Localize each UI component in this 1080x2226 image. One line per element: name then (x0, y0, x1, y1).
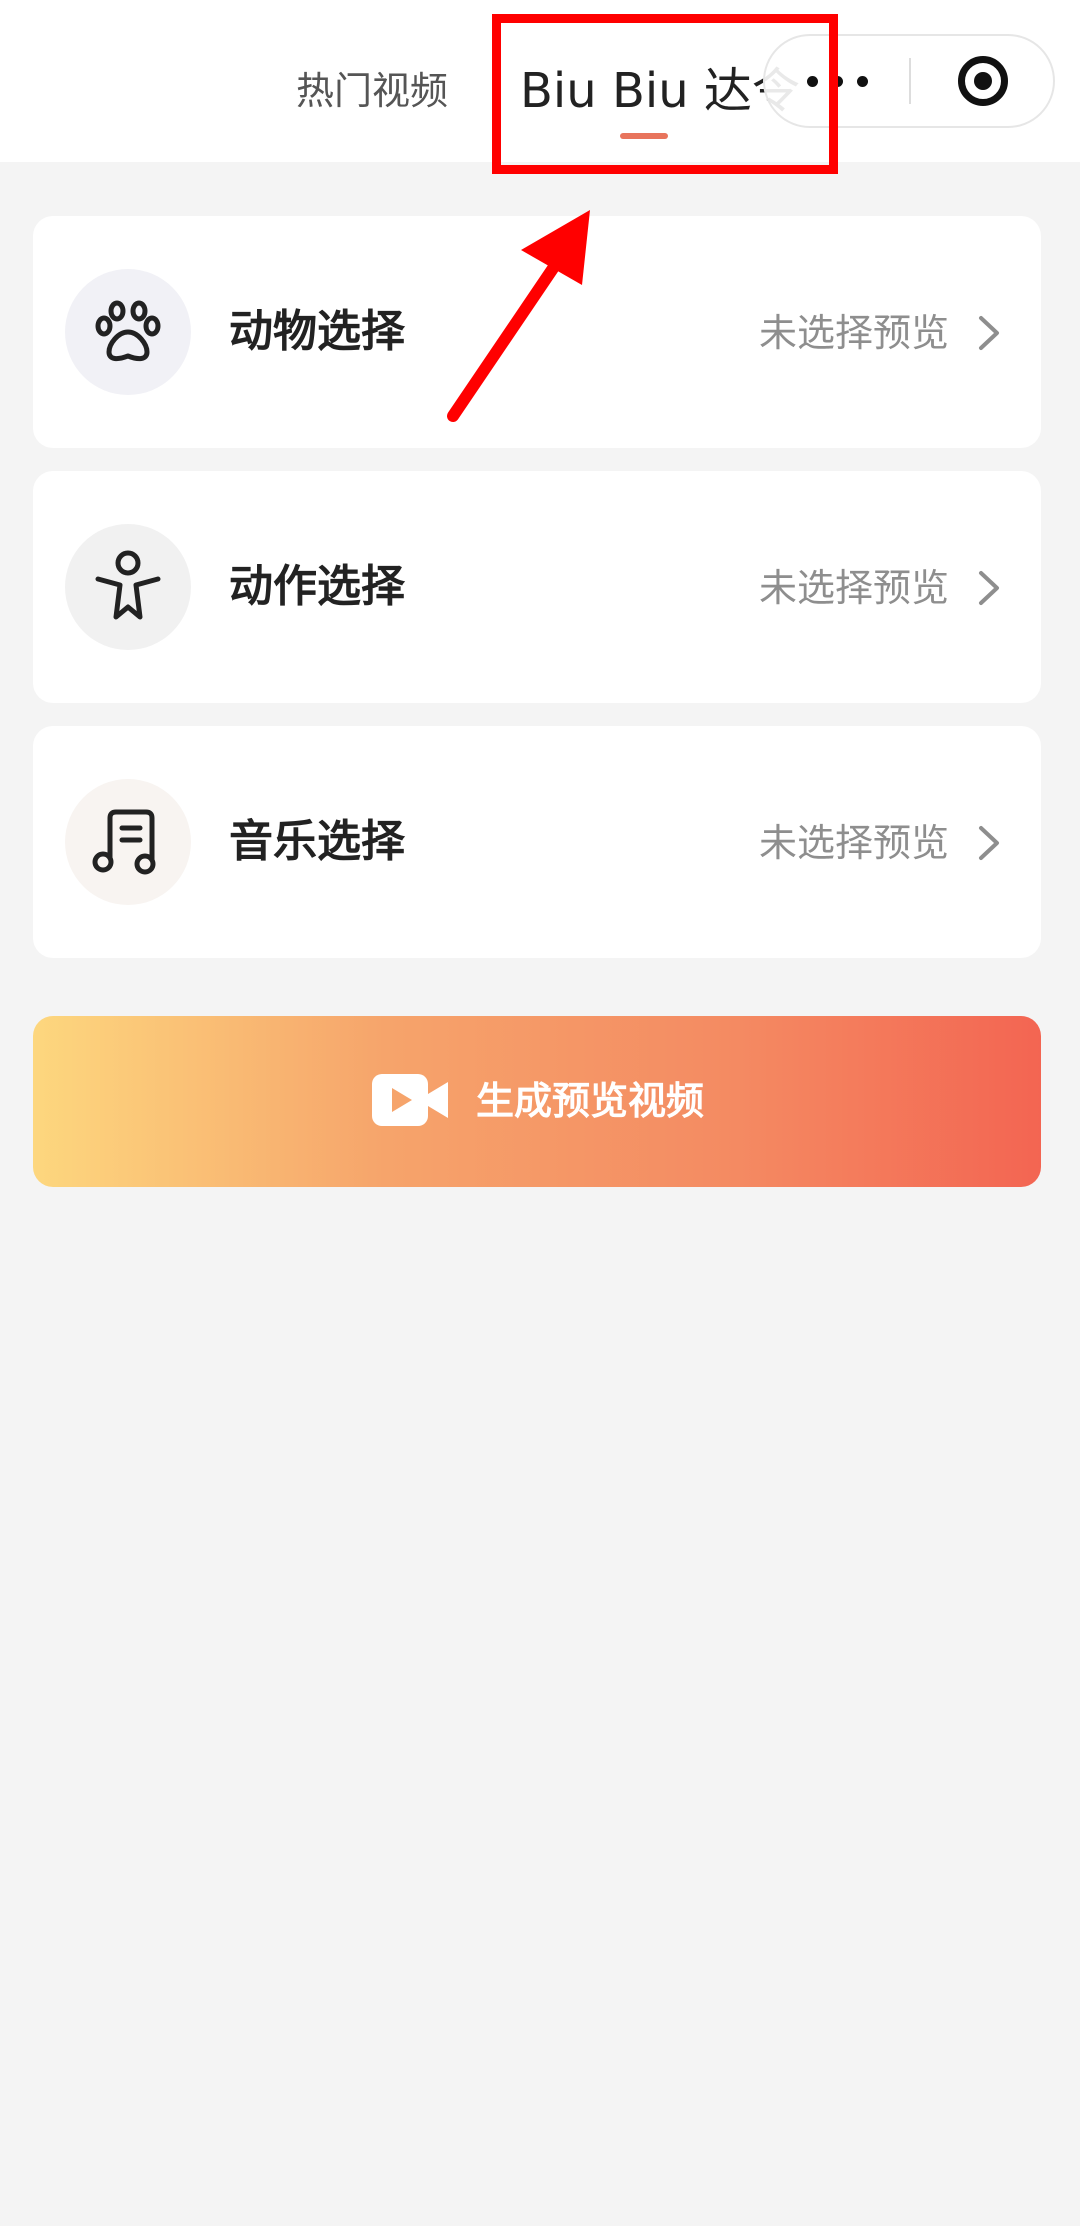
music-select-status: 未选择预览 (758, 821, 949, 865)
tab-biu-biu-darling[interactable]: Biu Biu 达令 (520, 62, 800, 120)
music-select-card[interactable]: 音乐选择 未选择预览 (33, 726, 1041, 958)
chevron-right-icon (979, 571, 999, 605)
top-nav-bar: 热门视频 Biu Biu 达令 (0, 0, 1080, 162)
music-note-icon (65, 779, 191, 905)
person-pose-icon (65, 524, 191, 650)
action-select-card[interactable]: 动作选择 未选择预览 (33, 471, 1041, 703)
music-select-label: 音乐选择 (229, 816, 405, 867)
paw-icon (65, 269, 191, 395)
target-circle-icon[interactable] (911, 36, 1055, 126)
tab-hot-videos[interactable]: 热门视频 (296, 62, 448, 120)
chevron-right-icon (979, 316, 999, 350)
animal-select-label: 动物选择 (229, 306, 405, 357)
active-tab-indicator (620, 133, 668, 139)
action-select-status: 未选择预览 (758, 566, 949, 610)
generate-preview-label: 生成预览视频 (476, 1079, 705, 1123)
action-select-label: 动作选择 (229, 561, 405, 612)
more-dots-icon[interactable] (765, 36, 909, 126)
generate-preview-button[interactable]: 生成预览视频 (33, 1016, 1041, 1187)
chevron-right-icon (979, 826, 999, 860)
mini-program-capsule (763, 34, 1055, 128)
video-camera-icon (372, 1074, 448, 1126)
animal-select-card[interactable]: 动物选择 未选择预览 (33, 216, 1041, 448)
animal-select-status: 未选择预览 (758, 311, 949, 355)
